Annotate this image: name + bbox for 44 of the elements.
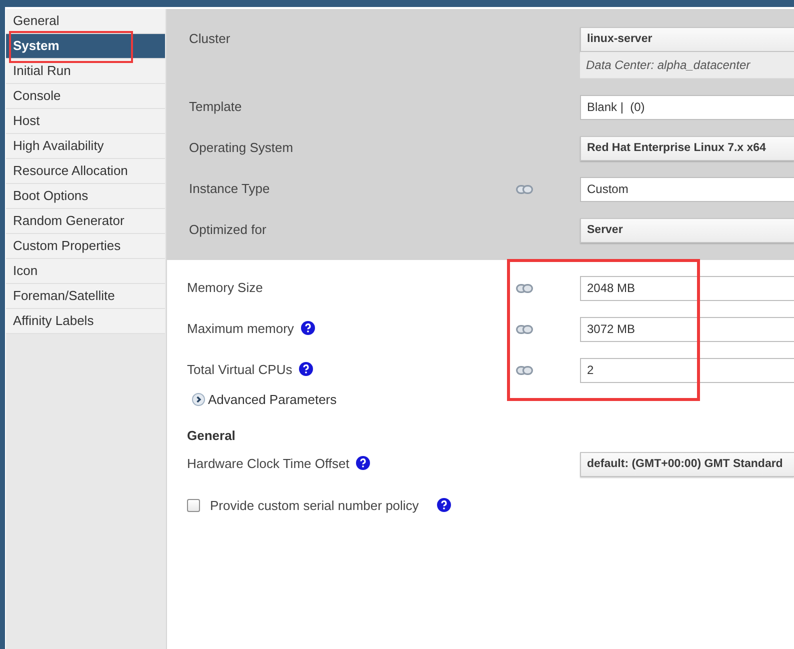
field-label: Total Virtual CPUs xyxy=(187,362,292,376)
sidebar-tab[interactable]: General xyxy=(6,9,165,34)
help-icon[interactable] xyxy=(300,321,315,335)
text-field[interactable]: 2 xyxy=(580,358,794,383)
help-icon[interactable] xyxy=(356,456,370,470)
expand-toggle-icon[interactable] xyxy=(192,392,205,406)
sidebar-tab[interactable]: Host xyxy=(6,109,165,134)
advanced-parameters-link[interactable]: Advanced Parameters xyxy=(208,392,337,406)
field-label: Instance Type xyxy=(188,180,270,196)
chain-link-icon[interactable] xyxy=(516,284,533,293)
checkbox-label[interactable]: Provide custom serial number policy xyxy=(210,498,419,512)
sidebar-tab[interactable]: Resource Allocation xyxy=(6,159,165,184)
field-label: Memory Size xyxy=(187,280,263,294)
dropdown-field[interactable]: default: (GMT+00:00) GMT Standard xyxy=(580,452,794,477)
sidebar-tab[interactable]: Random Generator xyxy=(6,209,165,234)
sidebar-tab[interactable]: Icon xyxy=(6,259,165,284)
field-label: Cluster xyxy=(188,30,230,46)
section-heading: General xyxy=(187,428,236,444)
help-icon[interactable] xyxy=(299,362,314,376)
sidebar-tab[interactable]: High Availability xyxy=(6,134,165,159)
sidebar-tab[interactable]: Foreman/Satellite xyxy=(6,284,165,309)
text-field[interactable]: 3072 MB xyxy=(580,317,794,342)
field-label: Template xyxy=(188,98,242,114)
field-label: Hardware Clock Time Offset xyxy=(187,456,350,470)
chain-link-icon[interactable] xyxy=(516,366,533,375)
help-icon[interactable] xyxy=(436,498,451,512)
sidebar-tab[interactable]: Console xyxy=(6,84,165,109)
dropdown-field[interactable]: Red Hat Enterprise Linux 7.x x64 xyxy=(580,136,794,161)
sidebar-tab[interactable]: Initial Run xyxy=(6,59,165,84)
dropdown-field[interactable]: Server xyxy=(580,218,794,243)
sidebar-tab[interactable]: Boot Options xyxy=(6,184,165,209)
dropdown-field[interactable]: linux-server xyxy=(580,27,794,52)
checkbox[interactable] xyxy=(187,498,200,512)
field-label: Operating System xyxy=(188,140,294,154)
text-field[interactable]: Custom xyxy=(580,177,794,202)
chain-link-icon[interactable] xyxy=(516,325,533,334)
sidebar-tab[interactable]: Affinity Labels xyxy=(6,309,165,334)
sidebar-tab[interactable]: Custom Properties xyxy=(6,234,165,259)
text-field[interactable]: 2048 MB xyxy=(580,276,794,301)
sidebar-tab[interactable]: System xyxy=(6,34,165,59)
field-label: Maximum memory xyxy=(187,320,294,336)
text-field[interactable]: Blank | (0) xyxy=(580,95,794,120)
field-label: Optimized for xyxy=(188,222,266,236)
data-center-note: Data Center: alpha_datacenter xyxy=(580,52,794,79)
